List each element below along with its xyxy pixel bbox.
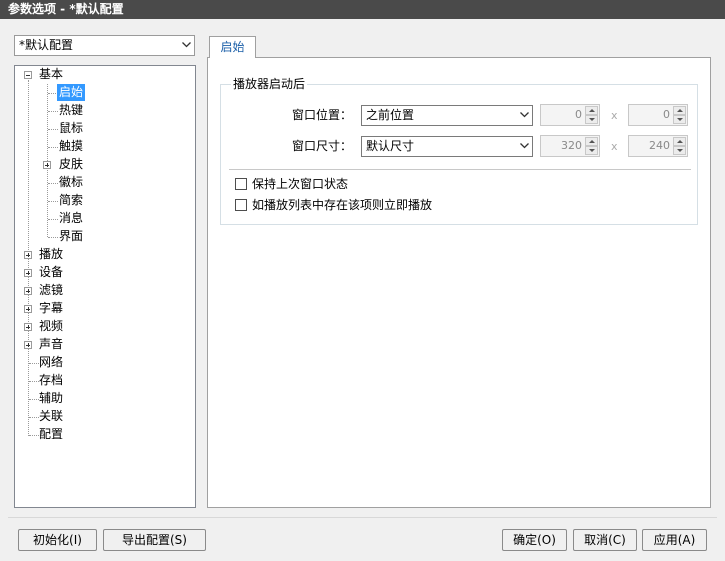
tree-item-filters[interactable]: 滤镜 xyxy=(37,282,65,299)
tree-item-audio[interactable]: 声音 xyxy=(37,336,65,353)
expand-icon[interactable] xyxy=(24,305,32,313)
arrow-up-icon xyxy=(589,109,595,112)
ok-button[interactable]: 确定(O) xyxy=(502,529,567,551)
tab-startup[interactable]: 启始 xyxy=(209,36,256,58)
arrow-up-icon xyxy=(677,140,683,143)
arrow-down-icon xyxy=(589,149,595,152)
position-x-value: 0 xyxy=(575,108,582,121)
spin-up-button[interactable] xyxy=(585,106,598,115)
position-y-spinner[interactable]: 0 xyxy=(628,104,688,126)
profile-dropdown[interactable]: *默认配置 xyxy=(14,35,195,56)
window-position-value: 之前位置 xyxy=(366,108,415,122)
collapse-icon[interactable] xyxy=(24,71,32,79)
window-position-label: 窗口位置： xyxy=(291,108,352,122)
tree-item-archive[interactable]: 存档 xyxy=(37,372,65,389)
checkbox-label: 保持上次窗口状态 xyxy=(252,177,349,191)
footer-divider xyxy=(8,517,717,518)
chevron-down-icon xyxy=(520,112,529,120)
arrow-up-icon xyxy=(677,109,683,112)
arrow-up-icon xyxy=(589,140,595,143)
spin-down-button[interactable] xyxy=(585,115,598,124)
preferences-window: *默认配置 基本 启始 热键 鼠标 触摸 皮肤 徽标 简索 消息 界面 播放 设… xyxy=(0,19,725,561)
tree-item-hotkeys[interactable]: 热键 xyxy=(57,102,85,119)
tree-item-touch[interactable]: 触摸 xyxy=(57,138,85,155)
checkbox-box[interactable] xyxy=(235,178,247,190)
position-x-spinner[interactable]: 0 xyxy=(540,104,600,126)
chevron-down-icon xyxy=(520,143,529,151)
title-bar[interactable]: 参数选项 - *默认配置 xyxy=(0,0,725,19)
tree-item-config[interactable]: 配置 xyxy=(37,426,65,443)
settings-tab-area: 启始 播放器启动后 窗口位置： 之前位置 0 x 0 窗口尺寸： 默认尺寸 32… xyxy=(207,36,711,508)
profile-dropdown-value: *默认配置 xyxy=(19,38,74,52)
spin-down-button[interactable] xyxy=(673,115,686,124)
group-divider xyxy=(229,169,691,170)
tree-item-index[interactable]: 简索 xyxy=(57,192,85,209)
spin-down-button[interactable] xyxy=(673,146,686,155)
spin-up-button[interactable] xyxy=(673,106,686,115)
cancel-button[interactable]: 取消(C) xyxy=(573,529,637,551)
size-width-value: 320 xyxy=(561,139,582,152)
tree-item-video[interactable]: 视频 xyxy=(37,318,65,335)
tree-item-startup[interactable]: 启始 xyxy=(57,84,86,101)
tree-item-interface[interactable]: 界面 xyxy=(57,228,85,245)
tree-item-subtitles[interactable]: 字幕 xyxy=(37,300,65,317)
tree-item-skin[interactable]: 皮肤 xyxy=(57,156,85,173)
apply-button[interactable]: 应用(A) xyxy=(642,529,707,551)
expand-icon[interactable] xyxy=(24,287,32,295)
size-height-spinner[interactable]: 240 xyxy=(628,135,688,157)
window-size-dropdown[interactable]: 默认尺寸 xyxy=(361,136,533,157)
expand-icon[interactable] xyxy=(24,341,32,349)
tree-item-logo[interactable]: 徽标 xyxy=(57,174,85,191)
spin-up-button[interactable] xyxy=(585,137,598,146)
times-separator: x xyxy=(611,109,618,122)
export-config-button[interactable]: 导出配置(S) xyxy=(103,529,206,551)
arrow-down-icon xyxy=(589,118,595,121)
expand-icon[interactable] xyxy=(43,161,51,169)
checkbox-box[interactable] xyxy=(235,199,247,211)
times-separator: x xyxy=(611,140,618,153)
arrow-down-icon xyxy=(677,118,683,121)
chevron-down-icon xyxy=(182,42,191,50)
settings-tree[interactable]: 基本 启始 热键 鼠标 触摸 皮肤 徽标 简索 消息 界面 播放 设备 滤镜 字… xyxy=(14,65,196,508)
window-position-dropdown[interactable]: 之前位置 xyxy=(361,105,533,126)
window-size-value: 默认尺寸 xyxy=(366,139,415,153)
size-height-value: 240 xyxy=(649,139,670,152)
tree-item-assist[interactable]: 辅助 xyxy=(37,390,65,407)
expand-icon[interactable] xyxy=(24,323,32,331)
tree-item-mouse[interactable]: 鼠标 xyxy=(57,120,85,137)
startup-group: 播放器启动后 窗口位置： 之前位置 0 x 0 窗口尺寸： 默认尺寸 320 x… xyxy=(220,76,698,225)
position-y-value: 0 xyxy=(663,108,670,121)
spin-down-button[interactable] xyxy=(585,146,598,155)
expand-icon[interactable] xyxy=(24,269,32,277)
tree-item-devices[interactable]: 设备 xyxy=(37,264,65,281)
tree-item-playback[interactable]: 播放 xyxy=(37,246,65,263)
checkbox-label: 如播放列表中存在该项则立即播放 xyxy=(252,198,433,212)
tree-item-basic[interactable]: 基本 xyxy=(37,66,65,83)
spin-up-button[interactable] xyxy=(673,137,686,146)
arrow-down-icon xyxy=(677,149,683,152)
tree-item-network[interactable]: 网络 xyxy=(37,354,65,371)
window-size-label: 窗口尺寸： xyxy=(291,139,352,153)
startup-panel: 播放器启动后 窗口位置： 之前位置 0 x 0 窗口尺寸： 默认尺寸 320 x… xyxy=(207,57,711,508)
size-width-spinner[interactable]: 320 xyxy=(540,135,600,157)
tree-item-messages[interactable]: 消息 xyxy=(57,210,85,227)
group-title: 播放器启动后 xyxy=(231,76,308,92)
reset-button[interactable]: 初始化(I) xyxy=(18,529,97,551)
window-title: 参数选项 - *默认配置 xyxy=(8,2,124,16)
expand-icon[interactable] xyxy=(24,251,32,259)
tree-item-associations[interactable]: 关联 xyxy=(37,408,65,425)
